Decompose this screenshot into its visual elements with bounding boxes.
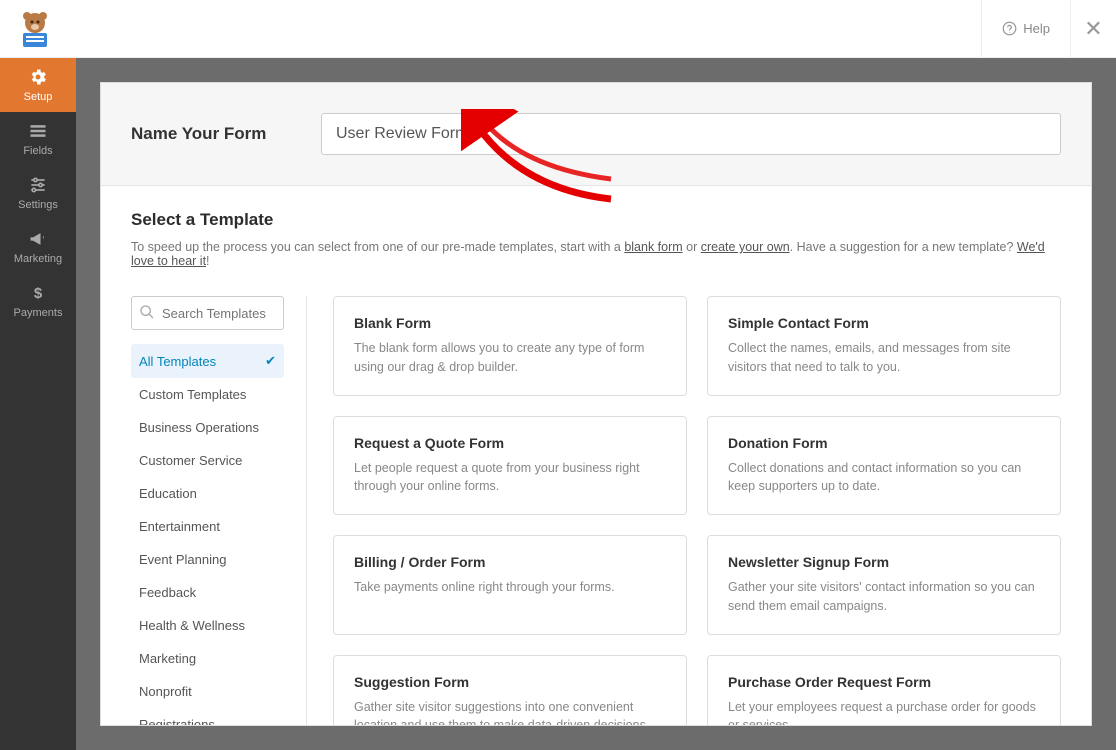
category-all-templates[interactable]: All Templates ✔ [131, 344, 284, 378]
nav-settings[interactable]: Settings [0, 166, 76, 220]
category-label: Entertainment [139, 519, 220, 534]
category-customer-service[interactable]: Customer Service [131, 444, 284, 477]
category-label: Event Planning [139, 552, 226, 567]
sub-text: . Have a suggestion for a new template? [790, 240, 1017, 254]
sub-text: ! [206, 254, 209, 268]
template-title: Donation Form [728, 435, 1040, 451]
nav-payments[interactable]: $ Payments [0, 274, 76, 328]
template-request-quote[interactable]: Request a Quote Form Let people request … [333, 416, 687, 516]
template-title: Suggestion Form [354, 674, 666, 690]
category-marketing[interactable]: Marketing [131, 642, 284, 675]
category-label: Customer Service [139, 453, 242, 468]
template-title: Blank Form [354, 315, 666, 331]
check-icon: ✔ [265, 353, 276, 369]
category-entertainment[interactable]: Entertainment [131, 510, 284, 543]
category-label: Registrations [139, 717, 215, 726]
category-nonprofit[interactable]: Nonprofit [131, 675, 284, 708]
template-donation[interactable]: Donation Form Collect donations and cont… [707, 416, 1061, 516]
sub-text: or [683, 240, 701, 254]
bullhorn-icon [28, 229, 48, 249]
list-icon [28, 121, 48, 141]
template-desc: Take payments online right through your … [354, 578, 666, 597]
category-label: Health & Wellness [139, 618, 245, 633]
panel: Name Your Form Select a Template To s [100, 82, 1092, 726]
category-label: Custom Templates [139, 387, 246, 402]
template-desc: Gather site visitor suggestions into one… [354, 698, 666, 727]
sidebar-nav: Setup Fields Settings Marketing $ Paymen… [0, 58, 76, 750]
category-label: Business Operations [139, 420, 259, 435]
dollar-icon: $ [28, 283, 48, 303]
category-registrations[interactable]: Registrations [131, 708, 284, 726]
category-list: All Templates ✔ Custom Templates Busines… [131, 344, 284, 726]
nav-label: Settings [18, 199, 58, 211]
template-desc: The blank form allows you to create any … [354, 339, 666, 377]
app-logo [10, 9, 60, 49]
category-health-wellness[interactable]: Health & Wellness [131, 609, 284, 642]
name-label: Name Your Form [131, 124, 321, 144]
nav-setup[interactable]: Setup [0, 58, 76, 112]
category-label: Education [139, 486, 197, 501]
form-name-input[interactable] [321, 113, 1061, 155]
template-newsletter-signup[interactable]: Newsletter Signup Form Gather your site … [707, 535, 1061, 635]
template-desc: Gather your site visitors' contact infor… [728, 578, 1040, 616]
category-label: All Templates [139, 354, 216, 369]
category-label: Marketing [139, 651, 196, 666]
template-desc: Let people request a quote from your bus… [354, 459, 666, 497]
template-simple-contact[interactable]: Simple Contact Form Collect the names, e… [707, 296, 1061, 396]
template-section-subtitle: To speed up the process you can select f… [131, 240, 1061, 268]
template-desc: Collect donations and contact informatio… [728, 459, 1040, 497]
template-title: Purchase Order Request Form [728, 674, 1040, 690]
create-own-link[interactable]: create your own [701, 240, 790, 254]
help-button[interactable]: Help [981, 0, 1070, 58]
template-purchase-order[interactable]: Purchase Order Request Form Let your emp… [707, 655, 1061, 727]
template-grid: Blank Form The blank form allows you to … [333, 296, 1061, 726]
template-suggestion[interactable]: Suggestion Form Gather site visitor sugg… [333, 655, 687, 727]
nav-label: Marketing [14, 253, 62, 265]
nav-marketing[interactable]: Marketing [0, 220, 76, 274]
search-icon [139, 304, 155, 323]
nav-fields[interactable]: Fields [0, 112, 76, 166]
template-title: Simple Contact Form [728, 315, 1040, 331]
category-education[interactable]: Education [131, 477, 284, 510]
gear-icon [28, 67, 48, 87]
category-feedback[interactable]: Feedback [131, 576, 284, 609]
template-desc: Collect the names, emails, and messages … [728, 339, 1040, 377]
close-button[interactable]: ✕ [1070, 0, 1116, 58]
nav-label: Payments [14, 307, 63, 319]
category-label: Nonprofit [139, 684, 192, 699]
template-title: Request a Quote Form [354, 435, 666, 451]
template-search [131, 296, 284, 330]
svg-text:$: $ [34, 285, 43, 302]
template-section-title: Select a Template [131, 210, 1061, 230]
close-icon: ✕ [1084, 16, 1102, 42]
blank-form-link[interactable]: blank form [624, 240, 682, 254]
category-custom-templates[interactable]: Custom Templates [131, 378, 284, 411]
topbar: Help ✕ [0, 0, 1116, 58]
sliders-icon [28, 175, 48, 195]
name-row: Name Your Form [101, 83, 1091, 186]
nav-label: Setup [24, 91, 53, 103]
nav-label: Fields [23, 145, 52, 157]
category-business-operations[interactable]: Business Operations [131, 411, 284, 444]
category-event-planning[interactable]: Event Planning [131, 543, 284, 576]
help-icon [1002, 21, 1017, 36]
main-area: Name Your Form Select a Template To s [76, 58, 1116, 750]
template-title: Newsletter Signup Form [728, 554, 1040, 570]
template-billing-order[interactable]: Billing / Order Form Take payments onlin… [333, 535, 687, 635]
template-desc: Let your employees request a purchase or… [728, 698, 1040, 727]
template-title: Billing / Order Form [354, 554, 666, 570]
category-label: Feedback [139, 585, 196, 600]
help-label: Help [1023, 21, 1050, 36]
template-blank-form[interactable]: Blank Form The blank form allows you to … [333, 296, 687, 396]
sub-text: To speed up the process you can select f… [131, 240, 624, 254]
